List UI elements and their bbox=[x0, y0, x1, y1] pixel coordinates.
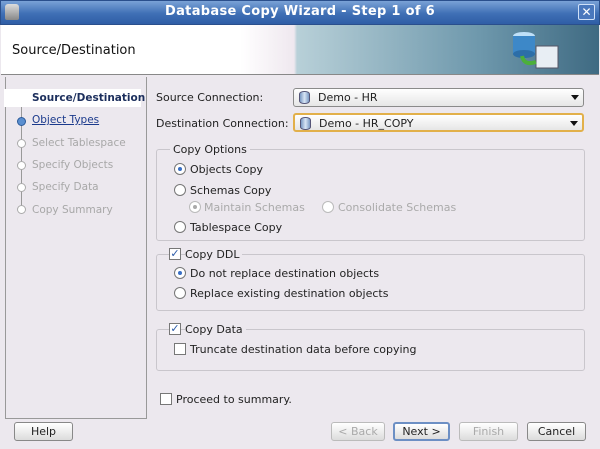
copy-options-title: Copy Options bbox=[170, 143, 250, 156]
consolidate-schemas-label: Consolidate Schemas bbox=[338, 201, 457, 214]
steps-panel bbox=[5, 77, 147, 419]
maintain-schemas-radio[interactable] bbox=[189, 201, 201, 213]
destination-connection-value: Demo - HR_COPY bbox=[319, 117, 414, 130]
step-object-types[interactable]: Object Types bbox=[32, 114, 99, 126]
cancel-button[interactable]: Cancel bbox=[527, 422, 586, 441]
destination-connection-select[interactable]: Demo - HR_COPY bbox=[293, 113, 584, 132]
schemas-copy-label: Schemas Copy bbox=[190, 184, 272, 197]
truncate-label: Truncate destination data before copying bbox=[190, 343, 417, 356]
no-replace-label: Do not replace destination objects bbox=[190, 267, 380, 280]
proceed-summary-checkbox[interactable] bbox=[160, 393, 172, 405]
tablespace-copy-label: Tablespace Copy bbox=[190, 221, 283, 234]
back-button[interactable]: < Back bbox=[331, 422, 385, 441]
copy-ddl-checkbox[interactable]: ✓ bbox=[169, 248, 181, 260]
step-node bbox=[17, 139, 26, 148]
copy-data-label: Copy Data bbox=[185, 323, 246, 336]
schemas-copy-radio[interactable] bbox=[174, 184, 186, 196]
database-icon bbox=[300, 117, 311, 130]
step-source-destination[interactable]: Source/Destination bbox=[4, 89, 145, 107]
maintain-schemas-label: Maintain Schemas bbox=[204, 201, 305, 214]
step-node bbox=[17, 117, 26, 126]
next-button[interactable]: Next > bbox=[393, 422, 450, 441]
help-button[interactable]: Help bbox=[14, 422, 73, 441]
step-node bbox=[17, 183, 26, 192]
source-connection-value: Demo - HR bbox=[318, 91, 378, 104]
step-node bbox=[17, 161, 26, 170]
source-connection-label: Source Connection: bbox=[156, 91, 264, 104]
chevron-down-icon bbox=[570, 121, 578, 126]
step-specify-data: Specify Data bbox=[32, 181, 99, 193]
chevron-down-icon bbox=[571, 95, 579, 100]
tablespace-copy-radio[interactable] bbox=[174, 221, 186, 233]
step-specify-objects: Specify Objects bbox=[32, 159, 114, 171]
close-icon[interactable]: ✕ bbox=[578, 4, 595, 20]
page-title: Source/Destination bbox=[12, 43, 136, 58]
no-replace-radio[interactable] bbox=[174, 267, 186, 279]
truncate-checkbox[interactable] bbox=[174, 343, 186, 355]
step-select-tablespace: Select Tablespace bbox=[32, 137, 126, 149]
database-copy-icon bbox=[513, 32, 559, 69]
replace-radio[interactable] bbox=[174, 287, 186, 299]
window-title: Database Copy Wizard - Step 1 of 6 bbox=[165, 4, 435, 19]
source-connection-select[interactable]: Demo - HR bbox=[293, 88, 584, 107]
step-node bbox=[17, 205, 26, 214]
consolidate-schemas-radio[interactable] bbox=[322, 201, 334, 213]
step-copy-summary: Copy Summary bbox=[32, 204, 113, 216]
finish-button[interactable]: Finish bbox=[459, 422, 518, 441]
copy-ddl-label: Copy DDL bbox=[185, 248, 243, 261]
copy-ddl-group bbox=[156, 254, 585, 311]
database-icon bbox=[299, 91, 310, 104]
destination-connection-label: Destination Connection: bbox=[156, 117, 289, 130]
replace-label: Replace existing destination objects bbox=[190, 287, 389, 300]
proceed-summary-label: Proceed to summary. bbox=[176, 393, 292, 406]
objects-copy-label: Objects Copy bbox=[190, 163, 263, 176]
copy-data-checkbox[interactable]: ✓ bbox=[169, 323, 181, 335]
objects-copy-radio[interactable] bbox=[174, 163, 186, 175]
